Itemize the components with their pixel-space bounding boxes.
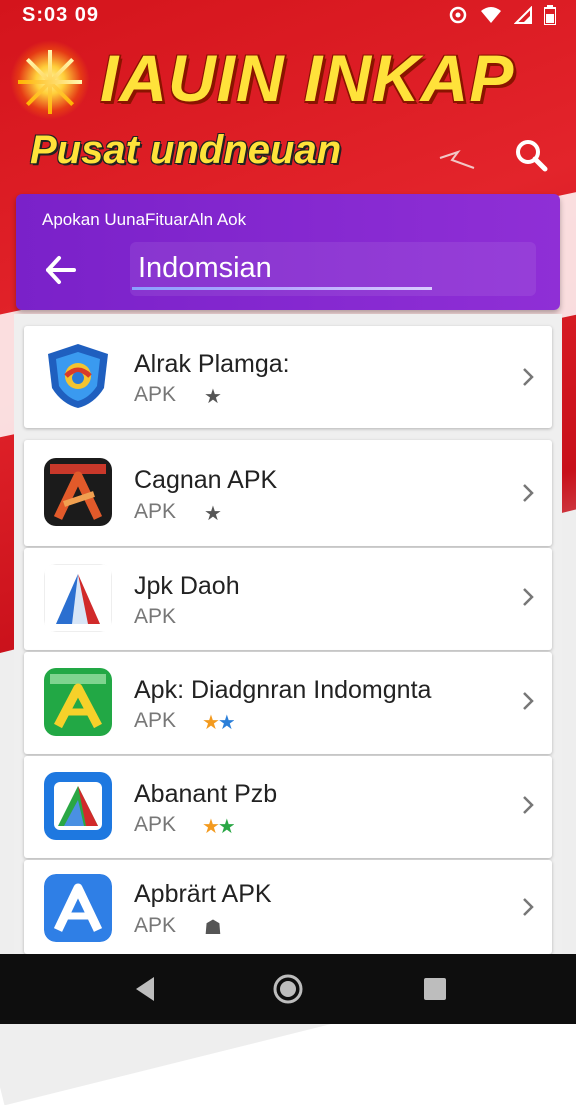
arrow-left-icon[interactable] bbox=[40, 248, 84, 292]
search-input-value: Indomsian bbox=[138, 252, 272, 284]
blue-map-app-icon bbox=[44, 772, 112, 840]
chevron-right-icon bbox=[523, 368, 534, 386]
list-item-title: Alrak Plamga: bbox=[134, 350, 290, 378]
list-item-subtitle: APK bbox=[134, 605, 177, 628]
shield-app-icon bbox=[44, 342, 112, 410]
system-nav-bar bbox=[0, 954, 576, 1024]
sparkle-ray bbox=[18, 80, 82, 84]
list-item[interactable]: Abanant Pzb APK ★★ bbox=[24, 756, 552, 858]
rating-stars: ★ bbox=[204, 384, 222, 409]
list-item[interactable]: Cagnan APK APK ★ bbox=[24, 440, 552, 546]
rating-stars: ☗ bbox=[204, 915, 222, 940]
list-item-title: Abanant Pzb bbox=[134, 780, 278, 808]
battery-icon bbox=[544, 5, 556, 25]
app-subtitle: Pusat undneuan bbox=[30, 128, 342, 172]
list-item[interactable]: Apbrärt APK APK ☗ bbox=[24, 860, 552, 954]
home-circle-icon[interactable] bbox=[271, 972, 305, 1006]
list-item-title: Jpk Daoh bbox=[134, 572, 240, 600]
search-card: Apokan UunaFituarAln Aok Indomsian bbox=[16, 194, 560, 310]
list-item-subtitle: APK bbox=[134, 383, 177, 406]
star-icon: ☗ bbox=[204, 917, 222, 939]
list-item[interactable]: Apk: Diadgnran Indomgnta APK ★★ bbox=[24, 652, 552, 754]
back-triangle-icon[interactable] bbox=[128, 972, 162, 1006]
signal-icon bbox=[514, 6, 532, 24]
list-item-subtitle: APK bbox=[134, 709, 177, 732]
status-time: S:03 09 bbox=[22, 4, 100, 26]
list-item-subtitle: APK bbox=[134, 500, 177, 523]
rating-stars: ★ bbox=[204, 501, 222, 526]
triangle-app-icon bbox=[44, 564, 112, 632]
app-title: IAUIN INKAP bbox=[100, 41, 515, 115]
search-input[interactable]: Indomsian bbox=[130, 242, 536, 296]
list-item-subtitle: APK bbox=[134, 813, 177, 836]
list-item-title: Apbrärt APK bbox=[134, 880, 272, 908]
list-item-title: Apk: Diadgnran Indomgnta bbox=[134, 676, 432, 704]
chevron-right-icon bbox=[523, 796, 534, 814]
list-item-subtitle: APK bbox=[134, 914, 177, 937]
status-icons bbox=[448, 5, 556, 25]
search-caption: Apokan UunaFituarAln Aok bbox=[42, 210, 247, 229]
star-icon: ★★ bbox=[202, 712, 236, 734]
wifi-icon bbox=[481, 7, 501, 23]
decorative-mark bbox=[439, 150, 475, 169]
rating-stars: ★★ bbox=[202, 814, 236, 839]
status-bar: S:03 09 bbox=[0, 0, 576, 30]
recents-square-icon[interactable] bbox=[418, 972, 452, 1006]
star-icon: ★ bbox=[204, 386, 222, 408]
blue-a-app-icon bbox=[44, 874, 112, 942]
star-icon: ★★ bbox=[202, 816, 236, 838]
results-list: Alrak Plamga: APK ★ Cagnan APK APK ★ Jpk… bbox=[14, 314, 562, 954]
chevron-right-icon bbox=[523, 588, 534, 606]
chevron-right-icon bbox=[523, 692, 534, 710]
chevron-right-icon bbox=[523, 898, 534, 916]
list-item[interactable]: Jpk Daoh APK bbox=[24, 548, 552, 650]
search-input-underline bbox=[132, 287, 432, 290]
sync-icon bbox=[449, 6, 467, 24]
rating-stars: ★★ bbox=[202, 710, 236, 735]
pen-app-icon bbox=[44, 458, 112, 526]
list-item[interactable]: Alrak Plamga: APK ★ bbox=[24, 326, 552, 428]
search-icon[interactable] bbox=[514, 138, 548, 172]
list-item-title: Cagnan APK bbox=[134, 466, 278, 494]
green-a-app-icon bbox=[44, 668, 112, 736]
chevron-right-icon bbox=[523, 484, 534, 502]
star-icon: ★ bbox=[204, 503, 222, 525]
